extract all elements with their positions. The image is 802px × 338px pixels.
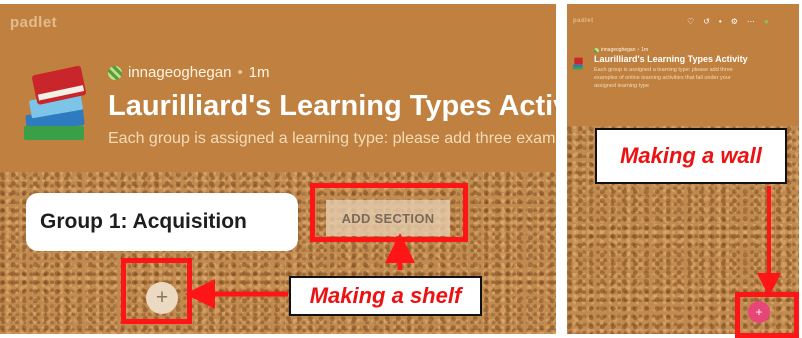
meta-separator: • (237, 64, 243, 81)
more-icon[interactable]: ⋯ (747, 17, 755, 26)
section-menu-icon[interactable]: ⋮ (284, 201, 300, 217)
wall-callout: Making a wall (595, 128, 787, 184)
meta-separator: • (637, 47, 640, 53)
padlet-title: Laurilliard's Learning Types Activity (594, 54, 748, 64)
padlet-description: Each group is assigned a learning type: … (108, 130, 556, 147)
post-meta: innageoghegan • 1m (594, 47, 648, 53)
avatar[interactable] (594, 47, 599, 53)
section-title[interactable]: Group 1: Acquisition (40, 210, 247, 234)
padlet-title: Laurilliard's Learning Types Activity (108, 90, 556, 122)
like-icon[interactable]: ♡ (687, 17, 694, 26)
toolbar-icons: ♡ ↺ • ⚙ ⋯ ● (687, 17, 769, 26)
section-header-card[interactable]: Group 1: Acquisition (26, 193, 298, 251)
padlet-logo[interactable]: padlet (573, 18, 594, 24)
author-name[interactable]: innageoghegan (128, 64, 231, 81)
add-section-highlight (310, 183, 468, 242)
avatar[interactable] (108, 65, 122, 80)
author-name[interactable]: innageoghegan (601, 47, 635, 53)
padlet-logo[interactable]: padlet (10, 14, 57, 31)
time-ago: 1m (248, 64, 270, 81)
shelf-callout: Making a shelf (289, 276, 482, 316)
add-post-wall-highlight (735, 292, 799, 338)
avatar-icon[interactable]: ● (764, 17, 769, 26)
time-ago: 1m (641, 47, 649, 53)
settings-icon[interactable]: ⚙ (731, 17, 738, 26)
add-post-shelf-highlight (121, 258, 192, 324)
post-meta: innageoghegan • 1m (108, 64, 270, 81)
books-icon (24, 65, 87, 140)
padlet-description: Each group is assigned a learning type: … (594, 67, 733, 89)
books-icon (572, 57, 583, 70)
remake-icon[interactable]: ↺ (703, 17, 710, 26)
dot-icon: • (718, 17, 722, 26)
